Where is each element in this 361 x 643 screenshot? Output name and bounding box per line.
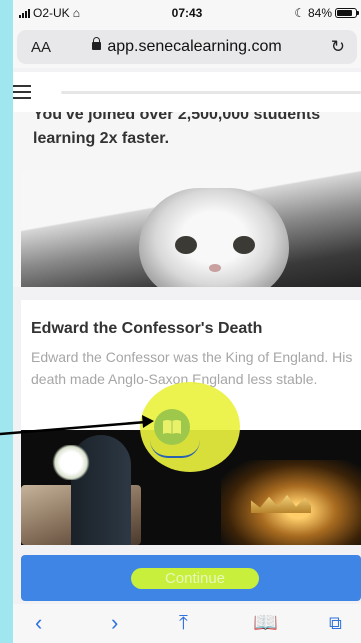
url-field[interactable]: AA app.senecalearning.com ↻ — [17, 30, 357, 64]
status-right: ☾ 84% — [294, 6, 359, 20]
browser-toolbar: ‹ › ⤒ 📖 ⧉ — [13, 604, 361, 643]
cat-left-eye — [175, 236, 197, 254]
moon-icon: ☾ — [294, 6, 305, 20]
lesson-title: Edward the Confessor's Death — [31, 320, 263, 337]
back-chevron-icon[interactable]: ‹ — [35, 612, 42, 634]
continue-button[interactable]: Continue — [131, 568, 259, 589]
reload-icon[interactable]: ↻ — [331, 37, 345, 57]
book-svg — [163, 420, 181, 434]
url-display[interactable]: app.senecalearning.com — [17, 37, 357, 56]
forward-chevron-icon[interactable]: › — [111, 612, 118, 634]
intro-text-cut: You've joined over 2,500,000 students — [33, 112, 321, 123]
cat-nose — [209, 264, 221, 272]
tabs-icon[interactable]: ⧉ — [329, 612, 342, 634]
page-header — [13, 72, 361, 112]
battery-percent: 84% — [307, 6, 332, 20]
lesson-progress-bar — [61, 91, 361, 94]
lily-flowers — [51, 445, 91, 480]
cat-right-eye — [233, 236, 255, 254]
cat-head — [139, 188, 289, 287]
battery-fill — [337, 10, 353, 16]
battery-icon — [335, 8, 359, 18]
intro-text: learning 2x faster. — [33, 130, 170, 147]
hamburger-menu-icon[interactable] — [13, 85, 31, 99]
cat-photo — [21, 170, 361, 287]
lock-icon — [92, 37, 102, 50]
intro-card: You've joined over 2,500,000 students le… — [13, 112, 361, 287]
bookmarks-icon[interactable]: 📖 — [253, 612, 278, 634]
url-text: app.senecalearning.com — [107, 38, 282, 55]
browser-address-bar: AA app.senecalearning.com ↻ — [13, 24, 361, 68]
continue-bar: Continue — [21, 555, 361, 601]
phone-screen: O2-UK ⌂ 07:43 ☾ 84% AA app.senecalearnin… — [13, 0, 361, 643]
status-bar: O2-UK ⌂ 07:43 ☾ 84% — [13, 0, 361, 24]
share-icon[interactable]: ⤒ — [179, 612, 188, 634]
